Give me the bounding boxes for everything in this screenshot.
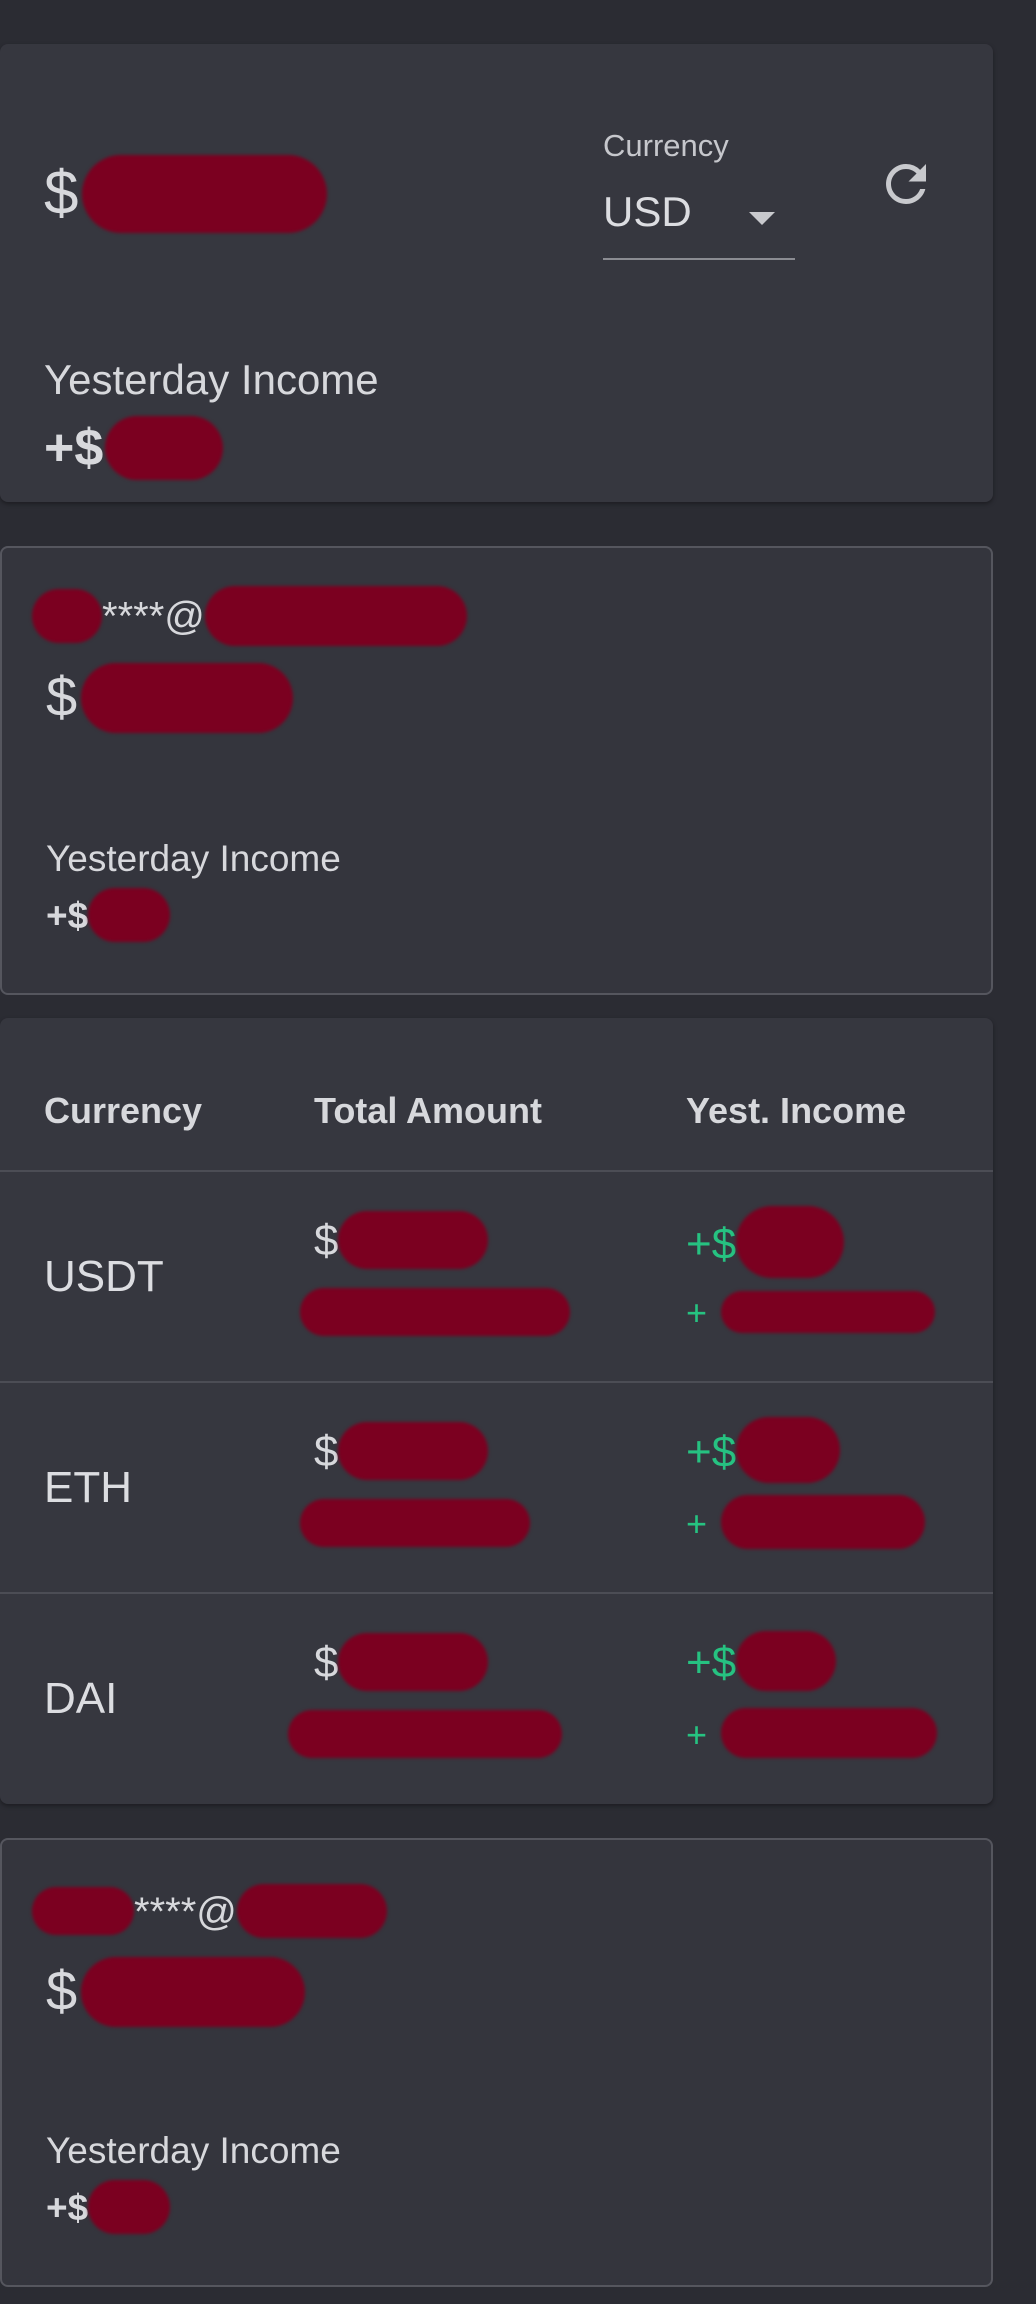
table-row: DAI $ +$ + bbox=[0, 1592, 993, 1804]
row-yesterday-income-prefix: +$ bbox=[686, 1638, 737, 1687]
row-total-amount: $ bbox=[314, 1422, 489, 1481]
account-yesterday-income-label: Yesterday Income bbox=[46, 838, 341, 879]
total-balance-currency-symbol: $ bbox=[44, 159, 79, 228]
column-header-total-amount: Total Amount bbox=[314, 1090, 542, 1131]
row-total-amount-prefix: $ bbox=[314, 1427, 339, 1476]
yesterday-income-value: +$ bbox=[44, 416, 224, 481]
redacted-value bbox=[338, 1422, 489, 1481]
redacted-value bbox=[736, 1631, 837, 1692]
account-email-masked: ****@ bbox=[102, 594, 205, 639]
table-row: ETH $ +$ + bbox=[0, 1381, 993, 1593]
redacted-value bbox=[82, 154, 328, 233]
table-row: USDT $ +$ + bbox=[0, 1170, 993, 1382]
row-currency: DAI bbox=[44, 1674, 118, 1723]
redacted-value bbox=[81, 663, 294, 734]
account-balance-prefix: $ bbox=[46, 665, 78, 728]
redacted-value bbox=[88, 2180, 171, 2234]
redacted-value bbox=[300, 1499, 530, 1547]
row-yesterday-income-sub: + bbox=[686, 1708, 938, 1759]
redacted-value bbox=[32, 1887, 134, 1936]
account-email-masked: ****@ bbox=[134, 1890, 237, 1934]
currency-select-value: USD bbox=[603, 188, 692, 235]
row-yesterday-income: +$ bbox=[686, 1631, 837, 1692]
redacted-value bbox=[721, 1291, 936, 1334]
row-total-amount: $ bbox=[314, 1211, 489, 1270]
row-yesterday-income-sub-prefix: + bbox=[686, 1503, 708, 1544]
account-yesterday-income-prefix: +$ bbox=[46, 894, 89, 936]
redacted-value bbox=[288, 1710, 562, 1758]
redacted-value bbox=[204, 586, 467, 646]
column-header-yesterday-income: Yest. Income bbox=[686, 1090, 907, 1131]
yesterday-income-prefix: +$ bbox=[44, 419, 104, 477]
row-yesterday-income: +$ bbox=[686, 1206, 845, 1278]
row-yesterday-income-sub: + bbox=[686, 1291, 936, 1334]
redacted-value bbox=[338, 1211, 489, 1270]
currency-breakdown-table: Currency Total Amount Yest. Income USDT … bbox=[0, 1018, 993, 1804]
chevron-down-icon bbox=[749, 212, 775, 225]
account-yesterday-income-prefix: +$ bbox=[46, 2186, 89, 2228]
refresh-button[interactable] bbox=[876, 154, 936, 214]
account-balance-prefix: $ bbox=[46, 1959, 78, 2022]
redacted-value bbox=[32, 589, 102, 643]
redacted-value bbox=[105, 416, 224, 481]
wallet-page: $ Currency USD Yesterday Income +$ ****@… bbox=[0, 0, 1036, 2304]
row-yesterday-income-sub-prefix: + bbox=[686, 1714, 708, 1755]
redacted-value bbox=[736, 1417, 841, 1483]
redacted-value bbox=[721, 1708, 938, 1759]
redacted-value bbox=[88, 888, 171, 942]
row-total-amount-prefix: $ bbox=[314, 1216, 339, 1265]
account-yesterday-income-value: +$ bbox=[46, 888, 171, 942]
account-email: ****@ bbox=[32, 586, 467, 646]
account-email: ****@ bbox=[32, 1884, 387, 1939]
redacted-value bbox=[736, 1206, 845, 1278]
redacted-value bbox=[300, 1288, 570, 1336]
redacted-value bbox=[721, 1495, 926, 1550]
account-balance: $ bbox=[46, 663, 294, 734]
account-card[interactable]: ****@ $ Yesterday Income +$ bbox=[0, 1838, 993, 2287]
row-total-amount-prefix: $ bbox=[314, 1638, 339, 1687]
column-header-currency: Currency bbox=[44, 1090, 203, 1131]
account-balance: $ bbox=[46, 1957, 306, 2028]
row-yesterday-income-prefix: +$ bbox=[686, 1427, 737, 1477]
row-yesterday-income: +$ bbox=[686, 1417, 841, 1483]
redacted-value bbox=[338, 1633, 489, 1692]
yesterday-income-label: Yesterday Income bbox=[44, 356, 379, 403]
currency-select[interactable]: Currency USD bbox=[603, 128, 795, 260]
row-yesterday-income-prefix: +$ bbox=[686, 1219, 737, 1269]
refresh-icon bbox=[886, 164, 926, 204]
account-card[interactable]: ****@ $ Yesterday Income +$ bbox=[0, 546, 993, 995]
balance-summary-card: $ Currency USD Yesterday Income +$ bbox=[0, 44, 993, 502]
redacted-value bbox=[236, 1884, 387, 1939]
account-yesterday-income-value: +$ bbox=[46, 2180, 171, 2234]
row-currency: ETH bbox=[44, 1463, 132, 1512]
row-yesterday-income-sub-prefix: + bbox=[686, 1292, 708, 1333]
row-currency: USDT bbox=[44, 1252, 164, 1301]
row-total-amount: $ bbox=[314, 1633, 489, 1692]
redacted-value bbox=[81, 1957, 306, 2028]
row-yesterday-income-sub: + bbox=[686, 1495, 926, 1550]
account-yesterday-income-label: Yesterday Income bbox=[46, 2130, 341, 2171]
currency-select-label: Currency bbox=[603, 128, 729, 163]
total-balance: $ bbox=[44, 154, 328, 234]
